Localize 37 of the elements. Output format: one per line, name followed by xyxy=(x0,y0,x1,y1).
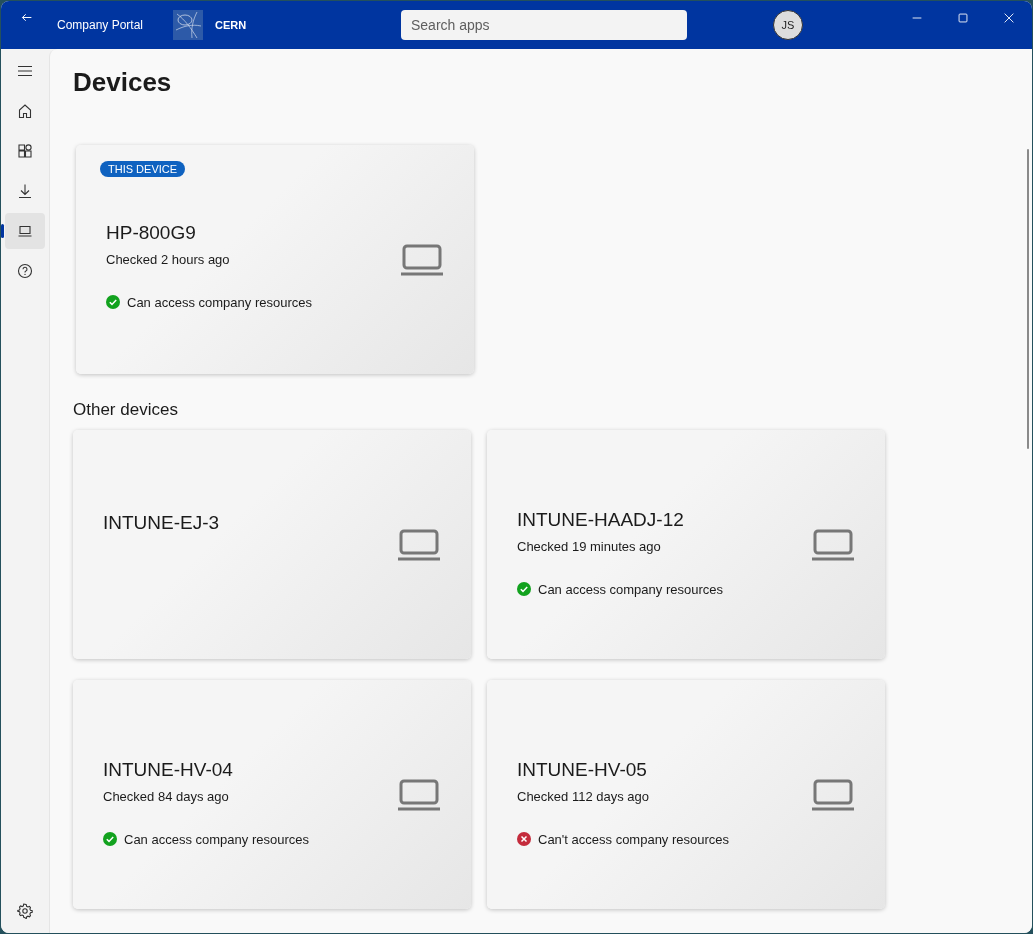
close-icon xyxy=(1002,11,1016,25)
access-status-text: Can't access company resources xyxy=(538,831,730,847)
device-name: INTUNE-HV-04 xyxy=(103,758,233,781)
laptop-icon xyxy=(17,223,33,239)
access-status-text: Can access company resources xyxy=(124,831,309,847)
last-checked-text: Checked 2 hours ago xyxy=(106,251,230,267)
organization-logo xyxy=(173,10,203,40)
device-card[interactable]: INTUNE-HV-04 Checked 84 days ago Can access company resources xyxy=(73,680,471,909)
home-icon xyxy=(17,103,33,119)
settings-icon xyxy=(17,903,33,919)
device-name: INTUNE-HAADJ-12 xyxy=(517,508,684,531)
download-icon xyxy=(17,183,33,199)
section-heading: Other devices xyxy=(73,400,179,420)
device-card[interactable]: THIS DEVICE HP-800G9 Checked 2 hours ago Can access company resources xyxy=(76,145,474,374)
access-status-text: Can access company resources xyxy=(538,581,723,597)
account-avatar[interactable]: JS xyxy=(773,10,803,40)
device-name: HP-800G9 xyxy=(106,221,196,244)
device-card[interactable]: INTUNE-HV-05 Checked 112 days ago Can't access company resources xyxy=(487,680,885,909)
help-icon xyxy=(17,263,33,279)
device-card[interactable]: INTUNE-EJ-3 xyxy=(73,430,471,659)
last-checked-text: Checked 19 minutes ago xyxy=(517,538,661,554)
apps-icon xyxy=(17,143,33,159)
this-device-badge: THIS DEVICE xyxy=(100,161,186,177)
maximize-icon xyxy=(956,11,970,25)
scrollbar[interactable] xyxy=(1027,149,1029,449)
search-field[interactable]: Search apps xyxy=(401,10,687,40)
access-status-text: Can access company resources xyxy=(127,294,312,310)
organization-name: CERN xyxy=(215,19,248,31)
last-checked-text: Checked 84 days ago xyxy=(103,788,229,804)
menu-icon xyxy=(17,63,33,79)
device-card[interactable]: INTUNE-HAADJ-12 Checked 19 minutes ago Can access company resources xyxy=(487,430,885,659)
selection-indicator xyxy=(1,224,4,238)
page-title: Devices xyxy=(73,67,173,97)
device-name: INTUNE-EJ-3 xyxy=(103,511,220,534)
device-name: INTUNE-HV-05 xyxy=(517,758,647,781)
last-checked-text: Checked 112 days ago xyxy=(517,788,650,804)
app-title: Company Portal xyxy=(57,18,145,32)
